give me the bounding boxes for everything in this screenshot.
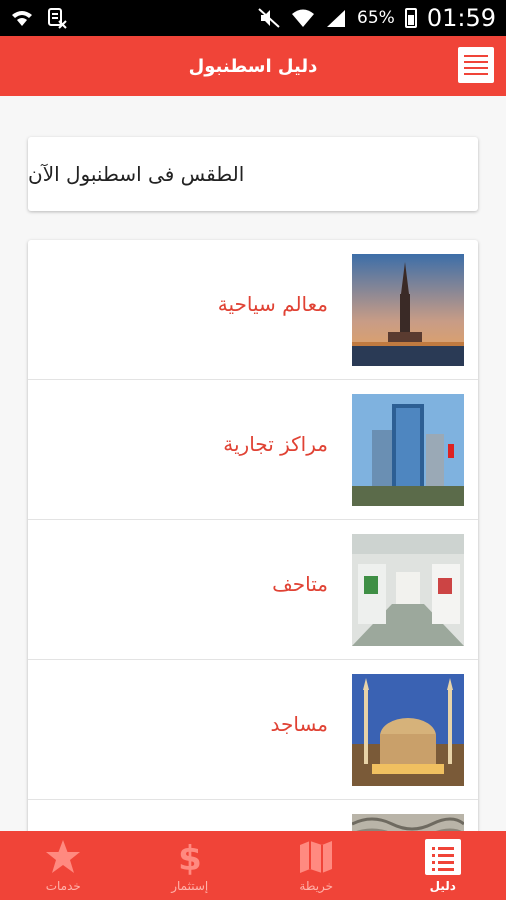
list-item-label: متاحف bbox=[272, 572, 328, 596]
weather-text: الطقس فى اسطنبول الآن bbox=[28, 162, 245, 186]
map-icon bbox=[300, 840, 333, 873]
svg-text:$: $ bbox=[178, 839, 202, 875]
tab-investment[interactable]: $ إستثمار bbox=[127, 831, 254, 900]
status-bar: 65% 01:59 bbox=[0, 0, 506, 36]
list-item-museums[interactable]: متاحف bbox=[28, 520, 478, 660]
tab-label: خريطة bbox=[299, 878, 334, 893]
tab-label: خدمات bbox=[45, 878, 81, 893]
list-item-mosques[interactable]: مساجد bbox=[28, 660, 478, 800]
app-title: دليل اسطنبول bbox=[188, 55, 318, 77]
bottom-navigation: دليل خريطة $ إستثمار خدمات bbox=[0, 831, 506, 900]
list-icon bbox=[424, 838, 461, 875]
battery-icon bbox=[404, 8, 417, 28]
list-item-tourist-landmarks[interactable]: معالم سياحية bbox=[28, 240, 478, 380]
battery-percent: 65% bbox=[357, 8, 395, 28]
list-item-shopping-centers[interactable]: مراكز تجارية bbox=[28, 380, 478, 520]
list-item-label: مساجد bbox=[270, 712, 328, 736]
star-icon bbox=[46, 839, 81, 873]
app-bar: دليل اسطنبول bbox=[0, 36, 506, 96]
menu-icon bbox=[464, 55, 488, 57]
sim-blocked-icon bbox=[48, 8, 67, 29]
tab-guide[interactable]: دليل bbox=[380, 831, 506, 900]
museums-thumbnail bbox=[352, 534, 464, 646]
tab-label: إستثمار bbox=[171, 878, 209, 893]
clock: 01:59 bbox=[426, 4, 496, 32]
shopping-centers-thumbnail bbox=[352, 394, 464, 506]
wifi-calling-icon bbox=[12, 11, 32, 26]
category-list: معالم سياحية مراكز تجارية متاحف مساجد bbox=[28, 240, 478, 840]
wifi-icon bbox=[292, 9, 315, 27]
list-item-label: مراكز تجارية bbox=[223, 432, 328, 456]
landmarks-thumbnail bbox=[352, 254, 464, 366]
signal-icon bbox=[327, 10, 346, 27]
tab-services[interactable]: خدمات bbox=[0, 831, 127, 900]
tab-map[interactable]: خريطة bbox=[253, 831, 380, 900]
menu-button[interactable] bbox=[458, 47, 494, 83]
list-item-label: معالم سياحية bbox=[217, 292, 328, 316]
weather-card[interactable]: الطقس فى اسطنبول الآن bbox=[28, 137, 478, 211]
dollar-icon: $ bbox=[178, 839, 202, 875]
tab-label: دليل bbox=[429, 878, 456, 893]
mute-icon bbox=[258, 8, 280, 28]
mosques-thumbnail bbox=[352, 674, 464, 786]
